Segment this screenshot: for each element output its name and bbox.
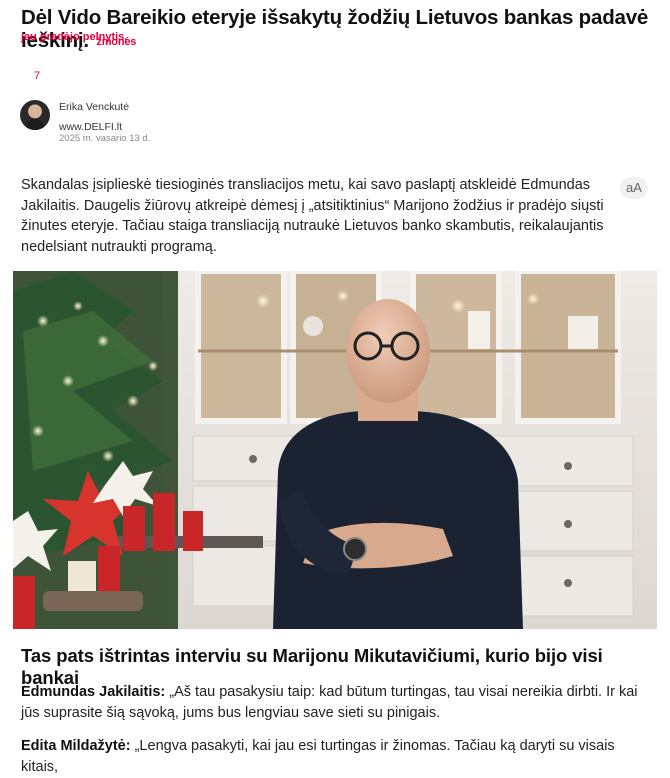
- text-size-button[interactable]: aA: [620, 177, 648, 199]
- author-block: Erika Venckutė www.DELFI.lt 2025 m. vasa…: [20, 99, 320, 149]
- dialogue-paragraph: Edita Mildažytė: „Lengva pasakyti, kai j…: [21, 736, 651, 778]
- article-headline: Dėl Vido Bareikio eteryje išsakytų žodži…: [21, 6, 651, 52]
- publish-date: 2025 m. vasario 13 d.: [59, 133, 151, 144]
- author-site: www.DELFI.lt: [59, 121, 123, 133]
- comment-count[interactable]: 7: [34, 70, 40, 82]
- interview-photo-illustration: [13, 271, 657, 629]
- article-lead: Skandalas įsiplieskė tiesioginės transli…: [21, 177, 604, 255]
- author-avatar[interactable]: [20, 100, 50, 130]
- headline-subtag[interactable]: jau pradėjo pelnytis.: [21, 31, 127, 43]
- speaker-name: Edmundas Jakilaitis:: [21, 684, 166, 700]
- article-photo: [13, 271, 657, 629]
- author-name[interactable]: Erika Venckutė: [59, 101, 129, 113]
- dialogue-paragraph: Edmundas Jakilaitis: „Aš tau pasakysiu t…: [21, 682, 651, 724]
- speaker-name: Edita Mildažytė:: [21, 738, 131, 754]
